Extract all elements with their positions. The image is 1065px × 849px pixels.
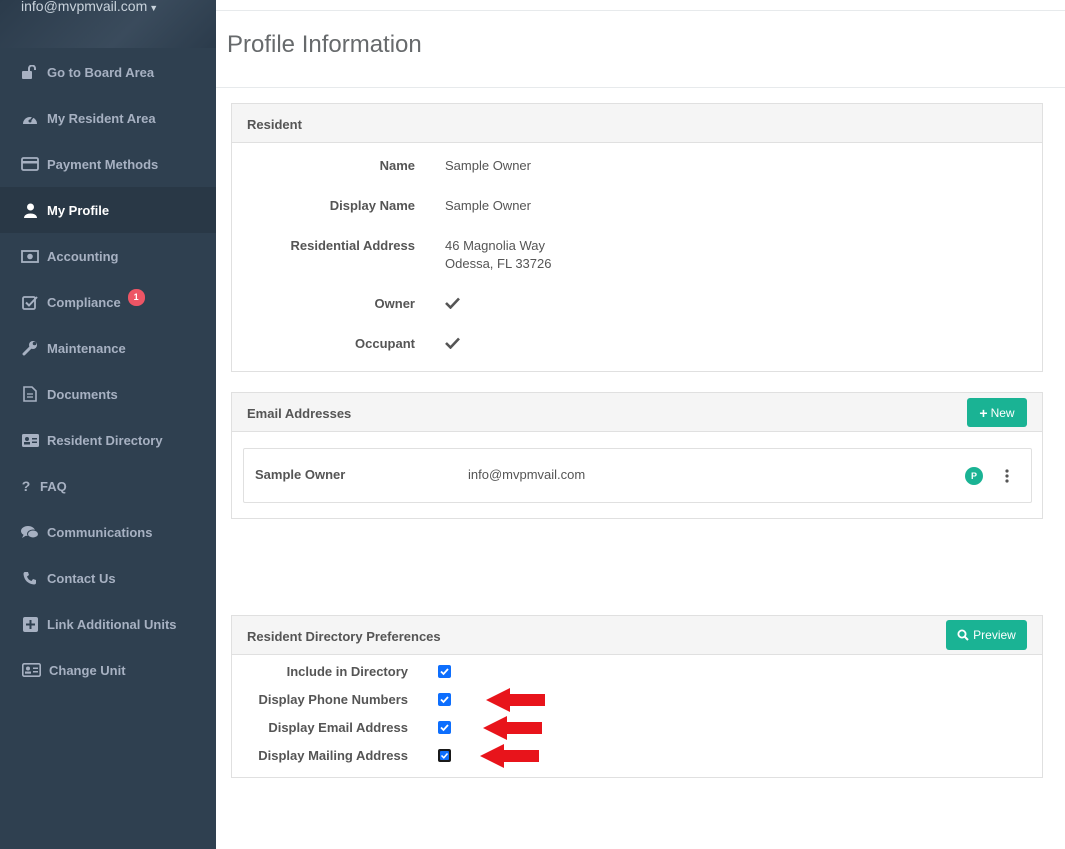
new-email-button[interactable]: + New: [967, 398, 1027, 427]
wrench-icon: [20, 340, 40, 356]
sidebar-item-communications[interactable]: Communications: [0, 509, 216, 555]
directory-prefs-panel: Resident Directory Preferences Preview I…: [231, 615, 1043, 778]
owner-label: Owner: [374, 296, 415, 311]
owner-check-icon: [445, 297, 460, 309]
sidebar-item-maintenance[interactable]: Maintenance: [0, 325, 216, 371]
sidebar-item-label: Payment Methods: [47, 156, 159, 172]
plus-icon: +: [979, 404, 988, 421]
more-options-icon[interactable]: [999, 468, 1015, 484]
title-divider: [216, 87, 1065, 88]
name-label: Name: [379, 158, 415, 173]
occupant-label: Occupant: [355, 336, 415, 351]
sidebar-item-documents[interactable]: Documents: [0, 371, 216, 417]
display-mailing-checkbox[interactable]: [438, 749, 451, 762]
primary-badge: P: [965, 467, 983, 485]
sidebar-item-label: My Profile: [47, 202, 110, 218]
sidebar-item-label: Contact Us: [47, 570, 116, 586]
search-icon: [957, 629, 969, 641]
topbar-divider: [216, 10, 1065, 11]
email-row: Sample Owner info@mvpmvail.com P: [243, 448, 1032, 503]
question-icon: ?: [21, 478, 31, 494]
email-panel: Email Addresses + New Sample Owner info@…: [231, 392, 1043, 519]
address-line-2: Odessa, FL 33726: [445, 256, 552, 271]
sidebar-item-label: Communications: [47, 524, 153, 540]
sidebar-item-label: FAQ: [40, 478, 67, 494]
sidebar-item-label: Link Additional Units: [47, 616, 177, 632]
unlock-icon: [20, 65, 40, 79]
sidebar-item-compliance[interactable]: Compliance 1: [0, 279, 216, 325]
sidebar-item-resident-area[interactable]: My Resident Area: [0, 95, 216, 141]
include-directory-label: Include in Directory: [286, 664, 408, 679]
directory-prefs-title: Resident Directory Preferences: [247, 629, 441, 644]
display-phone-checkbox[interactable]: [438, 693, 451, 706]
user-email: info@mvpmvail.com: [21, 0, 148, 14]
resident-panel: Resident Name Sample Owner Display Name …: [231, 103, 1043, 372]
dashboard-icon: [20, 112, 40, 125]
preview-button-label: Preview: [973, 628, 1016, 642]
sidebar-item-resident-directory[interactable]: Resident Directory: [0, 417, 216, 463]
sidebar-header: info@mvpmvail.com ▼: [0, 0, 216, 48]
id-card-icon: [20, 663, 42, 677]
money-icon: [20, 249, 40, 263]
user-menu[interactable]: info@mvpmvail.com ▼: [21, 0, 158, 14]
sidebar-item-label: Resident Directory: [47, 432, 163, 448]
address-line-1: 46 Magnolia Way: [445, 238, 545, 253]
user-icon: [20, 203, 40, 218]
name-value: Sample Owner: [445, 158, 531, 173]
sidebar-item-label: My Resident Area: [47, 110, 156, 126]
display-mailing-label: Display Mailing Address: [258, 748, 408, 763]
file-icon: [20, 386, 40, 402]
display-phone-label: Display Phone Numbers: [258, 692, 408, 707]
preview-button[interactable]: Preview: [946, 620, 1027, 650]
sidebar-item-label: Change Unit: [49, 662, 126, 678]
address-card-icon: [20, 433, 40, 447]
residential-address-label: Residential Address: [290, 238, 415, 253]
occupant-check-icon: [445, 337, 460, 349]
display-name-value: Sample Owner: [445, 198, 531, 213]
annotation-arrow-icon: [486, 688, 545, 712]
sidebar-item-contact-us[interactable]: Contact Us: [0, 555, 216, 601]
email-owner-name: Sample Owner: [255, 467, 346, 482]
comments-icon: [20, 525, 40, 540]
sidebar-item-label: Accounting: [47, 248, 119, 264]
resident-panel-heading: Resident: [232, 104, 1042, 143]
annotation-arrow-icon: [483, 716, 542, 740]
display-email-label: Display Email Address: [268, 720, 408, 735]
page-title: Profile Information: [227, 31, 422, 58]
check-square-icon: [20, 295, 40, 310]
plus-square-icon: [20, 616, 40, 632]
sidebar-item-faq[interactable]: ? FAQ: [0, 463, 216, 509]
annotation-arrow-icon: [480, 744, 539, 768]
sidebar-item-accounting[interactable]: Accounting: [0, 233, 216, 279]
sidebar-item-label: Maintenance: [47, 340, 126, 356]
sidebar-nav: Go to Board Area My Resident Area Paymen…: [0, 49, 216, 693]
email-panel-heading: Email Addresses + New: [232, 393, 1042, 432]
display-email-checkbox[interactable]: [438, 721, 451, 734]
sidebar-item-label: Documents: [47, 386, 118, 402]
sidebar: info@mvpmvail.com ▼ Go to Board Area My R…: [0, 0, 216, 849]
email-panel-title: Email Addresses: [247, 406, 352, 421]
sidebar-item-label: Go to Board Area: [47, 64, 155, 80]
sidebar-item-link-units[interactable]: Link Additional Units: [0, 601, 216, 647]
display-name-label: Display Name: [329, 198, 415, 213]
sidebar-item-my-profile[interactable]: My Profile: [0, 187, 216, 233]
caret-down-icon: ▼: [149, 3, 159, 13]
new-button-label: New: [990, 405, 1015, 420]
sidebar-item-payment-methods[interactable]: Payment Methods: [0, 141, 216, 187]
email-address: info@mvpmvail.com: [468, 467, 586, 482]
sidebar-item-change-unit[interactable]: Change Unit: [0, 647, 216, 693]
include-directory-checkbox[interactable]: [438, 665, 451, 678]
resident-panel-title: Resident: [247, 117, 302, 132]
sidebar-item-board-area[interactable]: Go to Board Area: [0, 49, 216, 95]
sidebar-item-label: Compliance: [47, 294, 121, 310]
directory-prefs-heading: Resident Directory Preferences Preview: [232, 616, 1042, 655]
phone-icon: [20, 571, 40, 585]
notification-badge: 1: [127, 288, 145, 306]
credit-card-icon: [20, 157, 40, 171]
